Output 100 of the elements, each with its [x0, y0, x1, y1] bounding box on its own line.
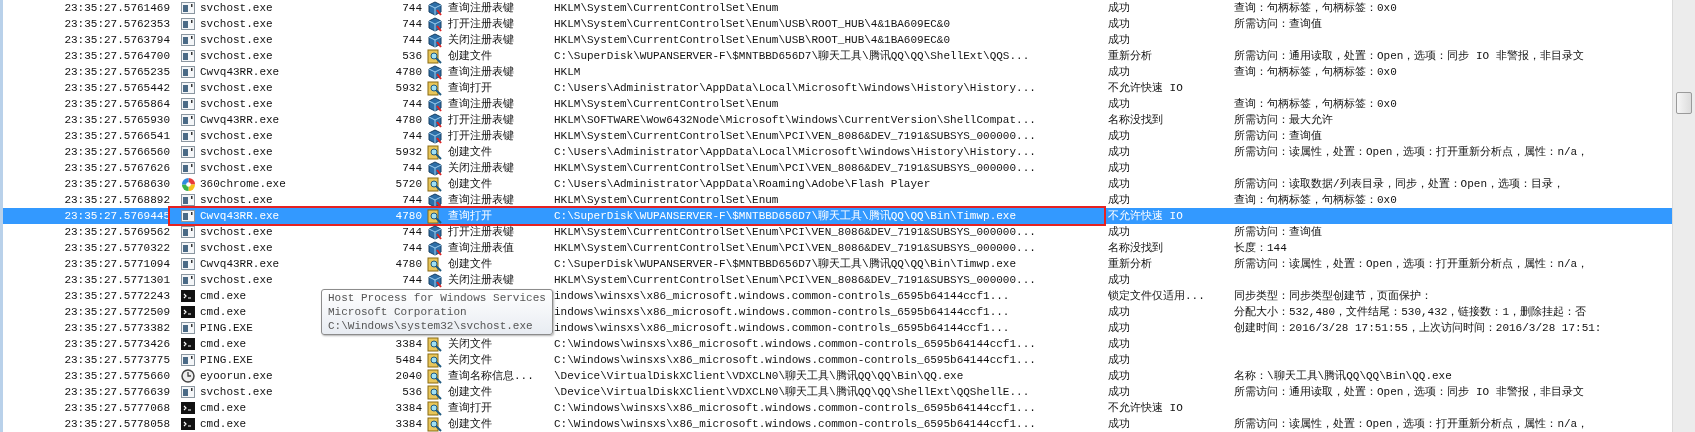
path-cell-text: C:\Users\Administrator\AppData\Local\Microsoft\Windows\History\History...	[554, 145, 1036, 160]
scrollbar[interactable]	[1672, 0, 1695, 432]
operation-cell-text: 查询注册表键	[448, 97, 514, 112]
pid-cell-text: 536	[402, 385, 422, 400]
console-icon	[181, 338, 195, 350]
operation-cell-text: 查询打开	[448, 401, 492, 416]
time-cell-text: 23:35:27.5765235	[64, 65, 171, 80]
time-cell-text: 23:35:27.5765864	[64, 97, 171, 112]
path-cell-text: C:\Windows\winsxs\x86_microsoft.windows.common-controls_6595b64144ccf1...	[554, 401, 1036, 416]
time-cell-text: 23:35:27.5778058	[64, 417, 171, 432]
pid-cell-text: 744	[402, 161, 422, 176]
window-icon	[181, 241, 195, 255]
operation-cell-text: 打开注册表键	[448, 17, 514, 32]
file-search-icon	[427, 400, 443, 416]
operation-cell-text: 查询打开	[448, 209, 492, 224]
operation-cell-text: 关闭文件	[448, 337, 492, 352]
cube-icon	[427, 32, 443, 48]
process-cell-text: svchost.exe	[200, 81, 273, 96]
result-cell-text: 成功	[1108, 97, 1130, 112]
result-cell-text: 不允许快速 IO	[1108, 81, 1183, 96]
scrollbar-thumb[interactable]	[1676, 92, 1692, 114]
pid-cell-text: 744	[402, 225, 422, 240]
path-cell-text: C:\Users\Administrator\AppData\Local\Microsoft\Windows\History\History...	[554, 81, 1036, 96]
cube-icon	[427, 0, 443, 16]
pid-cell-text: 5932	[395, 145, 422, 160]
result-cell-text: 名称没找到	[1108, 113, 1163, 128]
operation-cell-text: 创建文件	[448, 177, 492, 192]
file-search-icon	[427, 144, 443, 160]
operation-cell-text: 打开注册表键	[448, 113, 514, 128]
window-icon	[181, 97, 195, 111]
time-cell-text: 23:35:27.5765930	[64, 113, 171, 128]
operation-cell-text: 关闭注册表键	[448, 273, 514, 288]
cube-icon	[427, 240, 443, 256]
window-icon	[181, 209, 195, 223]
result-cell-text: 成功	[1108, 369, 1130, 384]
tooltip-line: Host Process for Windows Services	[328, 291, 546, 305]
path-cell-text: HKLM\System\CurrentControlSet\Enum\PCI\VEN_8086&DEV_7191&SUBSYS_000000...	[554, 241, 1036, 256]
pid-cell-text: 744	[402, 193, 422, 208]
time-cell-text: 23:35:27.5773426	[64, 337, 171, 352]
detail-cell-text: 名称：\聊天工具\腾讯QQ\QQ\Bin\QQ.exe	[1234, 369, 1452, 384]
window-icon	[181, 257, 195, 271]
result-cell-text: 成功	[1108, 145, 1130, 160]
pid-cell-text: 744	[402, 1, 422, 16]
path-cell-text: HKLM\SOFTWARE\Wow6432Node\Microsoft\Windows\CurrentVersion\ShellCompat...	[554, 113, 1036, 128]
detail-cell-text: 所需访问：读属性，处置：Open，选项：打开重新分析点，属性：n/a，	[1234, 145, 1589, 160]
detail-cell-text: 所需访问：查询值	[1234, 225, 1322, 240]
detail-cell-text: 所需访问：通用读取，处置：Open，选项：同步 IO 非警报，非目录文	[1234, 49, 1584, 64]
window-icon	[181, 65, 195, 79]
path-cell-text: \Device\VirtualDiskXClient\VDXCLN0\聊天工具\腾讯QQ\QQ\ShellExt\QQShellE...	[554, 385, 1030, 400]
selected-row[interactable]: 23:35:27.5769445 Cwvq43RR.exe 4780 查询打开 C:\SuperDisk\WUPANSERVER-F\$MNTBBD656D7\聊天工具\腾讯QQ\QQ\Bin\Timwp.exe 不允许快速 IO	[3, 208, 1672, 224]
pid-cell-text: 744	[402, 17, 422, 32]
path-cell-text: C:\Windows\winsxs\x86_microsoft.windows.common-controls_6595b64144ccf1...	[554, 353, 1036, 368]
process-cell-text: eyoorun.exe	[200, 369, 273, 384]
file-search-icon	[427, 48, 443, 64]
time-cell-text: 23:35:27.5769445	[64, 209, 171, 224]
detail-cell-text: 分配大小：532,480，文件结尾：530,432，链接数：1，删除挂起：否	[1234, 305, 1587, 320]
result-cell-text: 名称没找到	[1108, 241, 1163, 256]
detail-cell-text: 所需访问：读属性，处置：Open，选项：打开重新分析点，属性：n/a，	[1234, 257, 1589, 272]
result-cell-text: 重新分析	[1108, 257, 1152, 272]
result-cell-text: 成功	[1108, 193, 1130, 208]
result-cell-text: 成功	[1108, 337, 1130, 352]
operation-cell-text: 创建文件	[448, 49, 492, 64]
cube-icon	[427, 112, 443, 128]
pid-cell-text: 536	[402, 49, 422, 64]
pid-cell-text: 744	[402, 273, 422, 288]
time-cell-text: 23:35:27.5773775	[64, 353, 171, 368]
time-cell-text: 23:35:27.5771094	[64, 257, 171, 272]
window-icon	[181, 49, 195, 63]
process-cell-text: svchost.exe	[200, 17, 273, 32]
path-cell-text: indows\winsxs\x86_microsoft.windows.common-controls_6595b64144ccf1...	[554, 289, 1010, 304]
window-icon	[181, 33, 195, 47]
operation-cell-text: 创建文件	[448, 385, 492, 400]
cube-icon	[427, 16, 443, 32]
detail-cell-text: 同步类型：同步类型创建节，页面保护：	[1234, 289, 1432, 304]
process-cell-text: svchost.exe	[200, 129, 273, 144]
result-cell-text: 不允许快速 IO	[1108, 401, 1183, 416]
tooltip-line: C:\Windows\system32\svchost.exe	[328, 319, 534, 333]
result-cell-text: 成功	[1108, 321, 1130, 336]
process-cell-text: cmd.exe	[200, 289, 247, 304]
detail-cell-text: 查询：句柄标签，句柄标签：0x0	[1234, 1, 1397, 16]
process-cell-text: Cwvq43RR.exe	[200, 257, 280, 272]
detail-cell-text: 所需访问：读取数据/列表目录，同步，处置：Open，选项：目录，	[1234, 177, 1564, 192]
console-icon	[181, 418, 195, 430]
path-cell-text: C:\SuperDisk\WUPANSERVER-F\$MNTBBD656D7\聊天工具\腾讯QQ\QQ\Bin\Timwp.exe	[554, 209, 1017, 224]
cube-icon	[427, 96, 443, 112]
path-cell-text: HKLM\System\CurrentControlSet\Enum\USB\ROOT_HUB\4&1BA609EC&0	[554, 33, 951, 48]
time-cell-text: 23:35:27.5762353	[64, 17, 171, 32]
pid-cell-text: 4780	[395, 257, 422, 272]
window-icon	[181, 273, 195, 287]
time-cell-text: 23:35:27.5769562	[64, 225, 171, 240]
result-cell-text: 成功	[1108, 417, 1130, 432]
window-icon	[181, 385, 195, 399]
file-search-icon	[427, 256, 443, 272]
time-cell-text: 23:35:27.5765442	[64, 81, 171, 96]
path-cell-text: indows\winsxs\x86_microsoft.windows.common-controls_6595b64144ccf1...	[554, 305, 1010, 320]
window-icon	[181, 161, 195, 175]
path-cell-text: HKLM\System\CurrentControlSet\Enum	[554, 97, 779, 112]
cube-icon	[427, 64, 443, 80]
path-cell-text: HKLM\System\CurrentControlSet\Enum\PCI\VEN_8086&DEV_7191&SUBSYS_000000...	[554, 161, 1036, 176]
pid-cell-text: 5484	[395, 353, 422, 368]
